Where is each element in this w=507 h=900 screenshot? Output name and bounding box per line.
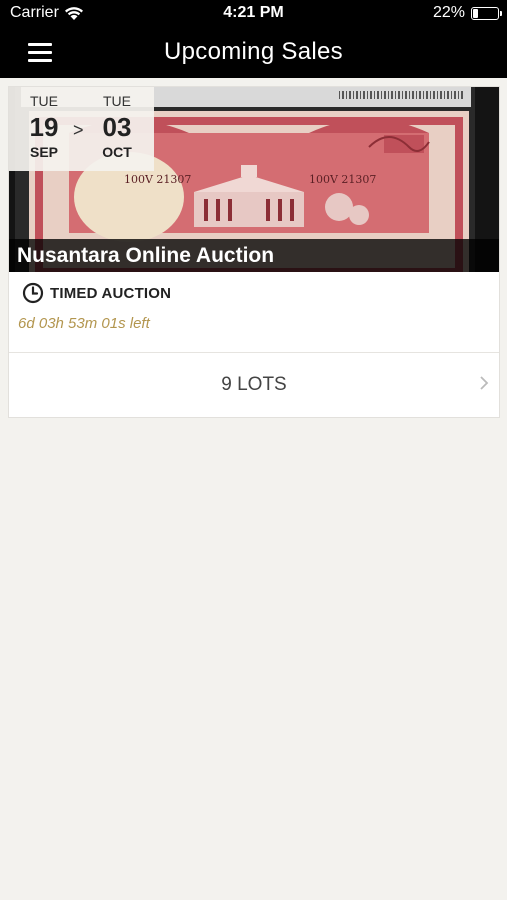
end-day: 03: [102, 112, 132, 142]
battery-icon: [471, 6, 502, 20]
start-month: SEP: [29, 144, 58, 160]
start-day: 19: [29, 112, 59, 142]
clock-icon: [22, 282, 44, 304]
date-separator: >: [73, 120, 84, 140]
start-day-of-week: TUE: [30, 93, 58, 109]
auction-type-row: TIMED AUCTION: [22, 282, 171, 304]
end-day-of-week: TUE: [103, 93, 131, 109]
banner-image: 100V 21307 100V 21307 TUE 19 SEP > TUE 0…: [9, 87, 499, 272]
sale-card[interactable]: 100V 21307 100V 21307 TUE 19 SEP > TUE 0…: [8, 86, 500, 418]
navigation-bar: Upcoming Sales: [0, 26, 507, 78]
auction-type-label: TIMED AUCTION: [50, 284, 172, 302]
auction-title[interactable]: Nusantara Online Auction: [17, 244, 274, 268]
view-lots-button[interactable]: 9 LOTS: [9, 353, 499, 417]
end-month: OCT: [102, 144, 132, 160]
chevron-right-icon: [480, 376, 489, 390]
battery-percent: 22%: [432, 4, 465, 21]
status-right: 22%: [432, 4, 502, 22]
time-remaining: 6d 03h 53m 01s left: [18, 315, 150, 332]
status-bar: Carrier 4:21 PM 22%: [0, 0, 507, 26]
battery-level: [473, 8, 478, 18]
end-date: TUE 03 OCT: [92, 93, 142, 160]
start-date: TUE 19 SEP: [19, 93, 69, 160]
banknote-serial-right: 100V 21307: [309, 173, 376, 186]
auction-title-bar: Nusantara Online Auction: [9, 239, 499, 272]
sale-date-range: TUE 19 SEP > TUE 03 OCT: [9, 87, 154, 171]
page-title: Upcoming Sales: [164, 38, 343, 65]
lots-count: 9 LOTS: [221, 374, 287, 395]
banknote-serial-left: 100V 21307: [124, 173, 191, 186]
clock-time: 4:21 PM: [223, 4, 284, 21]
